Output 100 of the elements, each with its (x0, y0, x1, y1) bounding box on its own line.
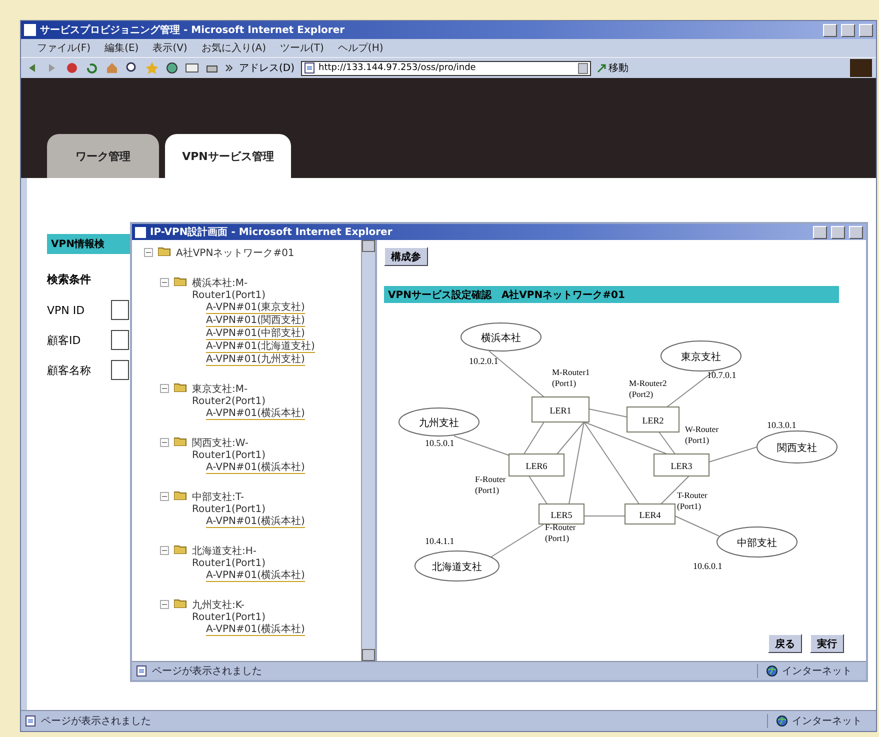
page-icon (25, 715, 37, 727)
section-label: 検索条件 (47, 272, 91, 287)
menu-item[interactable]: お気に入り(A) (201, 41, 266, 55)
tree-link[interactable]: A-VPN#01(中部支社) (206, 328, 305, 340)
ip-label: 10.2.0.1 (469, 356, 498, 366)
collapse-icon[interactable] (144, 248, 153, 257)
tree-link[interactable]: A-VPN#01(東京支社) (206, 302, 305, 314)
connector-line (454, 436, 512, 456)
field-label: 顧客ID (47, 332, 82, 348)
input-field[interactable] (111, 360, 129, 380)
folder-icon (174, 436, 187, 446)
port-label: W-Router (Port1) (685, 424, 719, 445)
collapse-icon[interactable] (160, 492, 169, 501)
site-node: 東京支社 (660, 340, 742, 372)
ip-label: 10.4.1.1 (425, 536, 454, 546)
folder-icon (174, 490, 187, 500)
action-button[interactable]: 実行 (810, 634, 844, 653)
collapse-icon[interactable] (160, 546, 169, 555)
minimize-button[interactable] (823, 24, 837, 36)
globe-icon (776, 715, 788, 727)
minimize-button[interactable] (813, 226, 827, 238)
router-node: LER6 (508, 454, 564, 476)
input-field[interactable] (111, 330, 129, 350)
connector-line (674, 516, 720, 536)
input-field[interactable] (111, 300, 129, 320)
site-node: 中部支社 (716, 526, 798, 558)
ip-label: 10.3.0.1 (767, 420, 796, 430)
go-icon (596, 63, 607, 73)
field-label: VPN ID (47, 304, 86, 316)
stop-icon[interactable] (65, 61, 79, 75)
ip-label: 10.7.0.1 (707, 370, 736, 380)
section-heading: VPNサービス設定確認 A社VPNネットワーク#01 (384, 286, 839, 303)
connector-line (588, 408, 628, 418)
address-field[interactable]: http://133.144.97.253/oss/pro/inde (300, 60, 591, 76)
action-button[interactable]: 戻る (768, 634, 802, 653)
site-node: 九州支社 (398, 408, 480, 436)
tree-item[interactable]: A社VPNネットワーク#01 (176, 246, 294, 260)
collapse-icon[interactable] (160, 600, 169, 609)
ie-icon (24, 24, 36, 36)
folder-icon (174, 598, 187, 608)
router-node: LER2 (626, 406, 680, 432)
tree-link[interactable]: A-VPN#01(横浜本社) (206, 570, 305, 582)
folder-icon (174, 382, 187, 392)
tree-link[interactable]: A-VPN#01(九州支社) (206, 354, 305, 366)
tab[interactable]: ワーク管理 (47, 134, 159, 178)
window-title: サービスプロビジョニング管理 - Microsoft Internet Explorer (40, 23, 346, 37)
zone-label: インターネット (782, 665, 852, 678)
tree-link[interactable]: A-VPN#01(関西支社) (206, 315, 305, 327)
field-label: 顧客名称 (47, 362, 92, 378)
go-button[interactable]: 移動 (596, 61, 629, 75)
tree-link[interactable]: A-VPN#01(横浜本社) (206, 462, 305, 474)
menu-item[interactable]: ツール(T) (280, 41, 324, 55)
folder-icon (174, 276, 187, 286)
site-node: 関西支社 (756, 430, 838, 464)
tab[interactable]: VPNサービス管理 (165, 134, 291, 178)
router-node: LER5 (538, 504, 584, 524)
scrollbar[interactable] (361, 240, 375, 661)
tree-link[interactable]: A-VPN#01(横浜本社) (206, 624, 305, 636)
chevron-icon[interactable] (225, 63, 233, 73)
status-text: ページが表示されました (41, 714, 152, 728)
tree-item[interactable]: 北海道支社:H-Router1(Port1) (192, 544, 302, 569)
view-button[interactable]: 構成参 (384, 247, 428, 266)
ip-label: 10.6.0.1 (693, 561, 722, 571)
collapse-icon[interactable] (160, 278, 169, 287)
page-icon (136, 665, 148, 677)
tree-link[interactable]: A-VPN#01(横浜本社) (206, 408, 305, 420)
collapse-icon[interactable] (160, 438, 169, 447)
menu-item[interactable]: 編集(E) (104, 41, 139, 55)
collapse-icon[interactable] (160, 384, 169, 393)
ip-label: 10.5.0.1 (425, 438, 454, 448)
connector-line (490, 524, 544, 558)
port-label: M-Router1 (Port1) (552, 367, 590, 388)
menu-item[interactable]: 表示(V) (152, 41, 188, 55)
port-label: F-Router (Port1) (545, 522, 576, 543)
folder-icon (174, 544, 187, 554)
folder-icon (158, 246, 171, 256)
router-node: LER4 (624, 504, 676, 524)
tree-item[interactable]: 横浜本社:M-Router1(Port1) (192, 276, 302, 301)
router-node: LER3 (654, 454, 710, 476)
maximize-button[interactable] (831, 226, 845, 238)
site-node: 北海道支社 (414, 550, 500, 582)
tree-item[interactable]: 東京支社:M-Router2(Port1) (192, 382, 302, 407)
tree-item[interactable]: 中部支社:T-Router1(Port1) (192, 490, 302, 515)
site-node: 横浜本社 (460, 322, 542, 352)
window-title: IP-VPN設計画面 - Microsoft Internet Explorer (150, 226, 394, 239)
close-button[interactable] (859, 24, 873, 36)
menu-item[interactable]: ファイル(F) (37, 41, 91, 55)
tree-item[interactable]: 九州支社:K-Router1(Port1) (192, 598, 302, 623)
maximize-button[interactable] (841, 24, 855, 36)
address-label: アドレス(D) (239, 62, 295, 75)
port-label: T-Router (Port1) (677, 490, 708, 511)
menu-item[interactable]: ヘルプ(H) (338, 41, 384, 55)
close-button[interactable] (849, 226, 863, 238)
tree-item[interactable]: 関西支社:W-Router1(Port1) (192, 436, 302, 461)
port-label: F-Router (Port1) (475, 474, 506, 495)
connector-line (528, 476, 548, 504)
tree-link[interactable]: A-VPN#01(横浜本社) (206, 516, 305, 528)
refresh-icon[interactable] (85, 61, 99, 75)
tree-link[interactable]: A-VPN#01(北海道支社) (206, 341, 315, 353)
status-text: ページが表示されました (152, 664, 263, 678)
